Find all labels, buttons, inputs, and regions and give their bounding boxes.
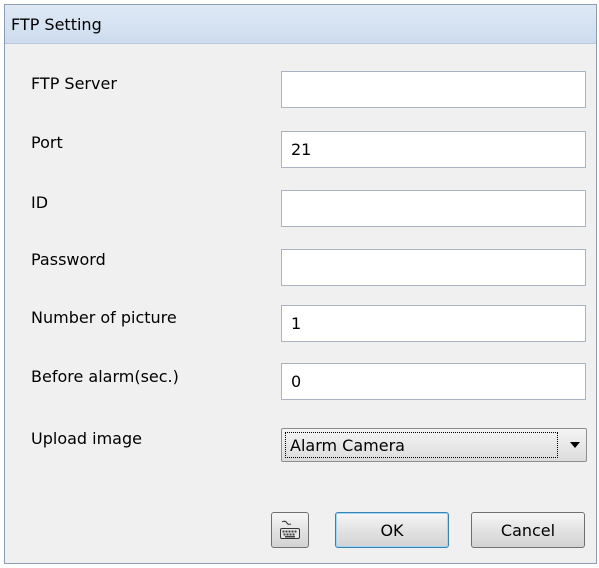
focus-outline: Alarm Camera bbox=[285, 432, 558, 458]
upload-image-dropdown[interactable]: Alarm Camera bbox=[281, 428, 587, 462]
title-bar: FTP Setting bbox=[5, 5, 596, 44]
upload-image-label: Upload image bbox=[31, 429, 142, 448]
ok-button[interactable]: OK bbox=[335, 512, 449, 548]
before-alarm-label: Before alarm(sec.) bbox=[31, 367, 179, 386]
before-alarm-input[interactable] bbox=[281, 363, 586, 400]
upload-image-selected-value: Alarm Camera bbox=[290, 436, 405, 455]
number-of-picture-input[interactable] bbox=[281, 305, 586, 342]
id-label: ID bbox=[31, 193, 49, 212]
port-input[interactable] bbox=[281, 131, 586, 168]
dialog-title: FTP Setting bbox=[11, 15, 102, 34]
ftp-setting-dialog: FTP Setting FTP Server Port ID Password … bbox=[4, 4, 597, 564]
keyboard-button[interactable] bbox=[271, 512, 309, 548]
password-label: Password bbox=[31, 250, 106, 269]
number-of-picture-label: Number of picture bbox=[31, 308, 177, 327]
password-input[interactable] bbox=[281, 249, 586, 286]
ftp-server-input[interactable] bbox=[281, 71, 586, 108]
chevron-down-icon[interactable] bbox=[570, 442, 580, 448]
ftp-server-label: FTP Server bbox=[31, 74, 117, 93]
cancel-button[interactable]: Cancel bbox=[471, 512, 585, 548]
id-input[interactable] bbox=[281, 190, 586, 227]
port-label: Port bbox=[31, 133, 63, 152]
keyboard-icon bbox=[280, 520, 300, 539]
